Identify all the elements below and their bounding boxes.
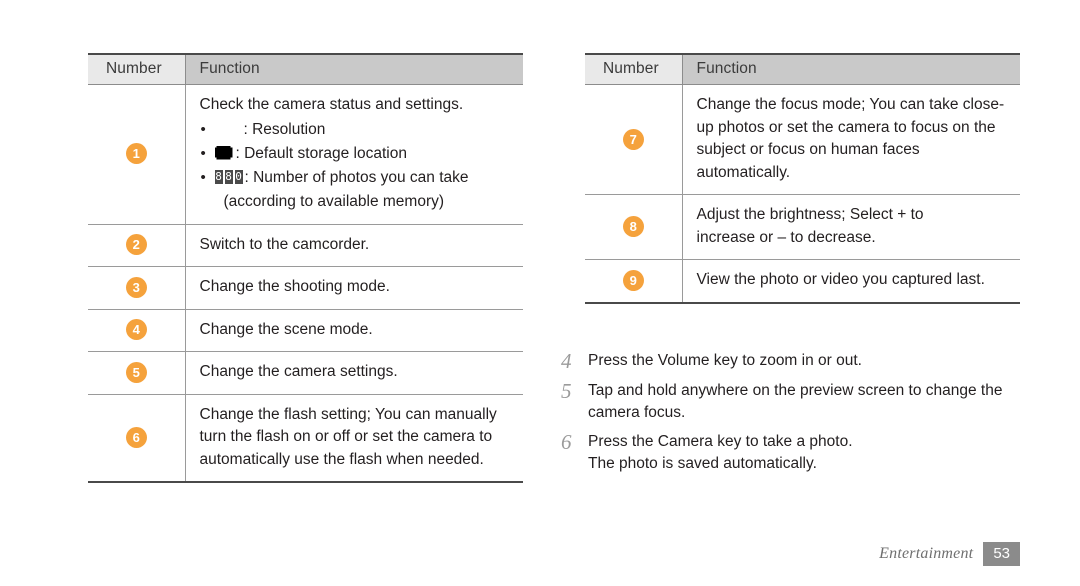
step-text-wrapper: Press the Volume key to zoom in or out.	[588, 350, 862, 372]
row-number-cell: 2	[88, 224, 185, 267]
table-row: 1 Check the camera status and settings. …	[88, 84, 523, 225]
row-function-cell: Change the flash setting; You can manual…	[184, 394, 523, 483]
row-function-cell: Change the scene mode.	[184, 309, 523, 352]
number-badge-2: 2	[125, 234, 147, 256]
left-spec-table-panel: Number Function 1 Check the camera statu…	[88, 53, 523, 483]
number-badge-7: 7	[622, 128, 644, 150]
row-number-cell: 7	[585, 84, 682, 195]
number-badge-5: 5	[125, 361, 147, 383]
row-function-cell: Switch to the camcorder.	[184, 224, 523, 267]
step-subtext: The photo is saved automatically.	[588, 455, 817, 472]
table-row: 4 Change the scene mode.	[88, 309, 523, 352]
row-function-cell: Check the camera status and settings. : …	[184, 84, 523, 225]
step-number: 5	[561, 379, 572, 403]
step-text-wrapper: Tap and hold anywhere on the preview scr…	[588, 380, 1038, 424]
list-item: 5 Tap and hold anywhere on the preview s…	[558, 380, 1038, 424]
number-badge-1: 1	[125, 143, 147, 165]
step-text: Press the Volume key to zoom in or out.	[588, 352, 862, 369]
table-header-row: Number Function	[585, 53, 1020, 85]
number-badge-4: 4	[125, 319, 147, 341]
column-header-number: Number	[88, 53, 185, 85]
row-number-cell: 5	[88, 351, 185, 395]
storage-icon	[214, 145, 233, 160]
row-number-cell: 1	[88, 84, 185, 225]
procedure-step-list: 4 Press the Volume key to zoom in or out…	[558, 350, 1038, 482]
column-header-number: Number	[585, 53, 682, 85]
resolution-icon	[215, 122, 243, 136]
column-header-function: Function	[184, 53, 523, 85]
camera-controls-table-left: Number Function 1 Check the camera statu…	[88, 53, 523, 483]
list-item: 6 Press the Camera key to take a photo. …	[558, 431, 1038, 475]
table-row: 9 View the photo or video you captured l…	[585, 259, 1020, 304]
step-text-wrapper: Press the Camera key to take a photo. Th…	[588, 431, 853, 475]
page-footer: Entertainment 53	[879, 542, 1020, 566]
photo-count-label: : Number of photos you can take	[244, 168, 469, 186]
list-item: : Resolution	[200, 118, 518, 142]
row-number-cell: 8	[585, 194, 682, 260]
table-row: 8 Adjust the brightness; Select + to inc…	[585, 194, 1020, 260]
photo-count-sublabel: (according to available memory)	[223, 192, 445, 210]
number-badge-9: 9	[622, 269, 644, 291]
count-digit: 8	[214, 169, 223, 184]
row-number-cell: 3	[88, 266, 185, 310]
count-digit: 0	[234, 169, 243, 184]
table-row: 7 Change the focus mode; You can take cl…	[585, 84, 1020, 195]
right-spec-table-panel: Number Function 7 Change the focus mode;…	[585, 53, 1020, 304]
row-number-cell: 9	[585, 259, 682, 304]
list-item: 880: Number of photos you can take (acco…	[200, 166, 518, 214]
row-function-cell: Change the shooting mode.	[184, 266, 523, 310]
number-badge-8: 8	[622, 216, 644, 238]
function-intro-text: Check the camera status and settings.	[199, 96, 464, 113]
storage-label: : Default storage location	[235, 144, 407, 162]
table-row: 6 Change the flash setting; You can manu…	[88, 394, 523, 483]
status-icon-legend-list: : Resolution : Default storage location …	[200, 118, 518, 214]
camera-controls-table-right: Number Function 7 Change the focus mode;…	[585, 53, 1020, 304]
row-function-cell: Change the focus mode; You can take clos…	[681, 84, 1020, 195]
step-number: 6	[561, 430, 572, 454]
row-number-cell: 6	[88, 394, 185, 483]
resolution-label: : Resolution	[243, 120, 326, 138]
step-text: Press the Camera key to take a photo.	[588, 433, 853, 450]
list-item: : Default storage location	[200, 142, 518, 166]
table-header-row: Number Function	[88, 53, 523, 85]
row-function-cell: View the photo or video you captured las…	[681, 259, 1020, 304]
step-number: 4	[561, 349, 572, 373]
footer-section-label: Entertainment	[879, 545, 974, 562]
row-number-cell: 4	[88, 309, 185, 352]
footer-page-number: 53	[983, 542, 1020, 566]
step-text: Tap and hold anywhere on the preview scr…	[588, 382, 1003, 421]
number-badge-3: 3	[125, 276, 147, 298]
table-row: 3 Change the shooting mode.	[88, 266, 523, 310]
table-row: 2 Switch to the camcorder.	[88, 224, 523, 267]
table-row: 5 Change the camera settings.	[88, 351, 523, 395]
list-item: 4 Press the Volume key to zoom in or out…	[558, 350, 1038, 373]
row-function-cell: Adjust the brightness; Select + to incre…	[681, 194, 1020, 260]
column-header-function: Function	[681, 53, 1020, 85]
count-digit: 8	[224, 169, 233, 184]
number-badge-6: 6	[125, 426, 147, 448]
row-function-cell: Change the camera settings.	[184, 351, 523, 395]
photo-count-icon: 880	[214, 169, 245, 184]
